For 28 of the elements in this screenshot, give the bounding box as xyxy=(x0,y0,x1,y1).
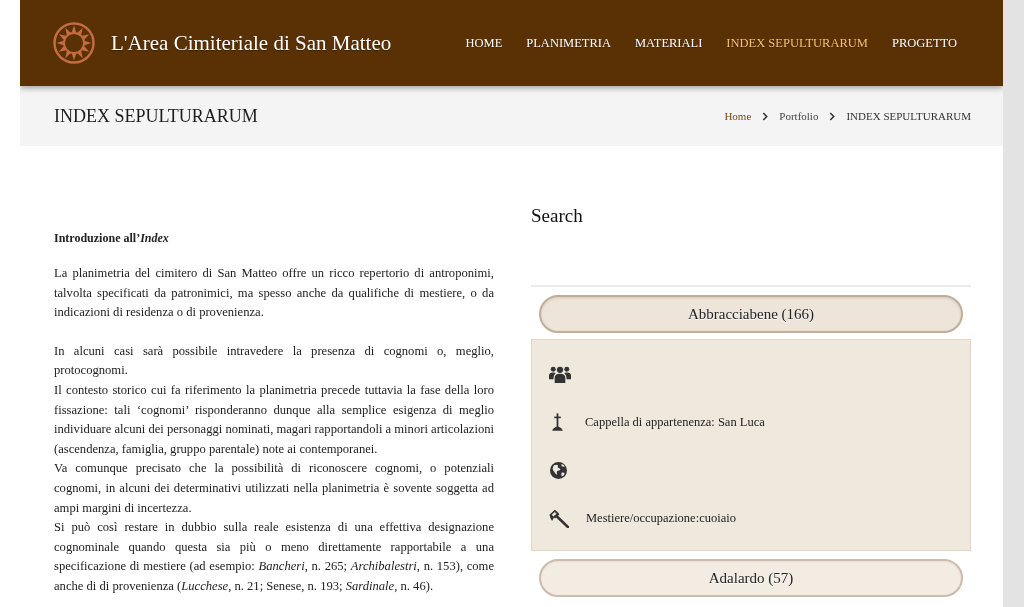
nav-link[interactable]: HOME xyxy=(465,35,503,51)
detail-text: Mestiere/occupazione:cuoiaio xyxy=(586,510,736,526)
nav-link[interactable]: PROGETTO xyxy=(891,35,957,51)
nav-link[interactable]: MATERIALI xyxy=(635,35,703,51)
paragraph: Il contesto storico cui fa riferimento la planimetria precede tuttavia la fase della loro fissazione: tali ‘cognomi’ risponderanno dunque alla semplice esigenza di meglio individuare alcuni dei personaggi nominati, magari rapportandoli a minori articolazioni (ascendenza, famiglia, gruppo parentale) note ai contemporanei. xyxy=(54,381,494,458)
nav-link[interactable]: PLANIMETRIA xyxy=(526,35,611,51)
chevron-right-icon xyxy=(762,111,769,121)
breadcrumb-link[interactable]: Home xyxy=(724,110,752,122)
paragraph: In alcuni casi sarà possibile intravedere la presenza di cognomi o, meglio, protocognomi. xyxy=(54,342,494,380)
accordion-button[interactable]: Abbracciabene (166) xyxy=(539,295,963,333)
paragraph: Si può così restare in dubbio sulla reale esistenza di una effettiva designazione cognominale quando questa sia più o meno direttamente rapportabile a una specificazione di mestiere (ad esempio: Bancheri, n. 265; Archibalestri, n. 153), come anche di di provenienza (Lucchese, n. 21; Senese, n. 193; Sardinale, n. 46). xyxy=(54,519,494,595)
accordion-button[interactable]: Adalardo (57) xyxy=(539,559,963,597)
paragraph: La planimetria del cimitero di San Matteo offre un ricco repertorio di antroponimi, talvolta specificati da patronimici, ma spesso anche da qualifiche di mestiere, o da indicazioni di residenza o di provenienza. xyxy=(54,265,494,322)
paragraph: Va comunque precisato che la possibilità di riconoscere cognomi, o potenziali cognomi, in alcuni dei determinativi utilizzati nella planimetria è sovente soggetta ad ampi margini di incertezza. xyxy=(54,460,494,517)
section-heading: Introduzione all’Index xyxy=(54,230,170,247)
breadcrumb-item[interactable]: Portfolio xyxy=(779,110,819,122)
cross-icon xyxy=(551,413,564,431)
breadcrumb-current: INDEX SEPULTURARUM xyxy=(846,110,971,122)
site-title[interactable]: L'Area Cimiteriale di San Matteo xyxy=(111,30,392,56)
axe-icon xyxy=(549,508,569,528)
people-icon xyxy=(549,365,571,383)
globe-icon xyxy=(550,461,567,479)
chevron-right-icon xyxy=(829,111,836,121)
search-heading: Search xyxy=(531,204,584,228)
sun-emblem-icon xyxy=(53,22,95,64)
detail-text: Cappella di appartenenza: San Luca xyxy=(585,414,765,430)
page-title: INDEX SEPULTURARUM xyxy=(54,105,258,127)
nav-link[interactable]: INDEX SEPULTURARUM xyxy=(726,35,868,51)
